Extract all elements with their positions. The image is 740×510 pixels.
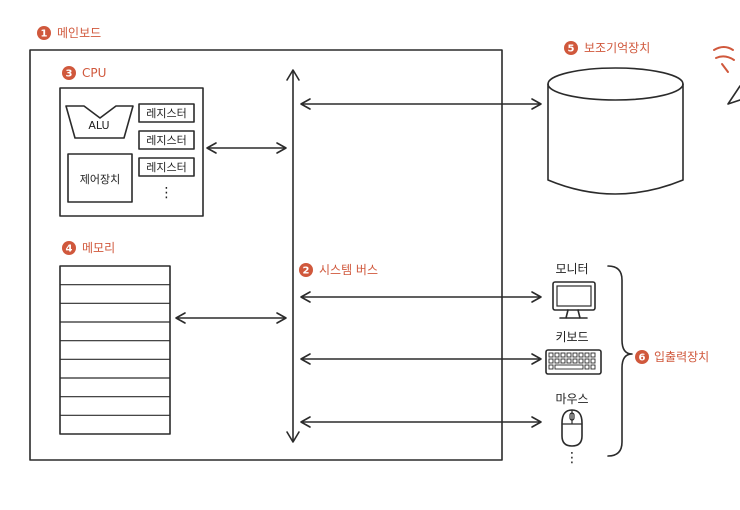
mouse-icon [561, 409, 583, 447]
storage-number: 5 [568, 44, 575, 55]
cpu-title: CPU [82, 66, 106, 80]
mouse-label: 마우스 [555, 392, 588, 406]
io-number: 6 [639, 353, 646, 364]
mainboard-number: 1 [41, 29, 48, 40]
io-title: 입출력장치 [654, 350, 709, 364]
cpu-label: 3 CPU [62, 66, 106, 80]
control-unit-label: 제어장치 [80, 173, 120, 186]
register-3: 레지스터 [138, 157, 195, 177]
keyboard-label: 키보드 [555, 330, 588, 344]
register-label: 레지스터 [146, 107, 186, 120]
edge-sketch-mark [713, 46, 740, 105]
monitor-bus-arrow [300, 291, 542, 303]
computer-architecture-diagram: 1 메인보드 3 CPU ALU 제어장치 레지스터 레지스터 레지스터 ⋮ 4… [29, 26, 740, 466]
cpu-bus-arrow [206, 142, 287, 154]
monitor-label: 모니터 [555, 262, 588, 276]
system-bus-number: 2 [303, 266, 310, 277]
memory-bus-arrow [175, 312, 287, 324]
memory-label: 4 메모리 [62, 241, 115, 255]
monitor-icon [552, 281, 596, 319]
register-2: 레지스터 [138, 130, 195, 150]
io-brace [607, 265, 633, 457]
cpu-number: 3 [66, 69, 73, 80]
storage-title: 보조기억장치 [584, 41, 650, 55]
system-bus-title: 시스템 버스 [319, 263, 378, 277]
mainboard-box [29, 49, 503, 461]
register-label: 레지스터 [146, 134, 186, 147]
system-bus-label: 2 시스템 버스 [299, 263, 378, 277]
register-more-ellipsis: ⋮ [160, 185, 174, 201]
register-label: 레지스터 [146, 161, 186, 174]
mainboard-title: 메인보드 [57, 26, 101, 40]
system-bus [286, 69, 300, 443]
storage-cylinder-icon [547, 67, 684, 195]
mainboard-label: 1 메인보드 [37, 26, 101, 40]
register-1: 레지스터 [138, 103, 195, 123]
memory-number: 4 [66, 244, 73, 255]
keyboard-bus-arrow [300, 353, 542, 365]
mouse-bus-arrow [300, 416, 542, 428]
io-label: 6 입출력장치 [635, 350, 709, 364]
keyboard-icon [545, 349, 602, 375]
memory-box [59, 265, 171, 435]
device-more-ellipsis: ⋮ [565, 450, 579, 466]
memory-stack [59, 265, 171, 435]
storage-label: 5 보조기억장치 [564, 41, 650, 55]
storage-bus-arrow [300, 98, 542, 110]
alu-label: ALU [88, 119, 109, 132]
memory-title: 메모리 [82, 241, 115, 255]
